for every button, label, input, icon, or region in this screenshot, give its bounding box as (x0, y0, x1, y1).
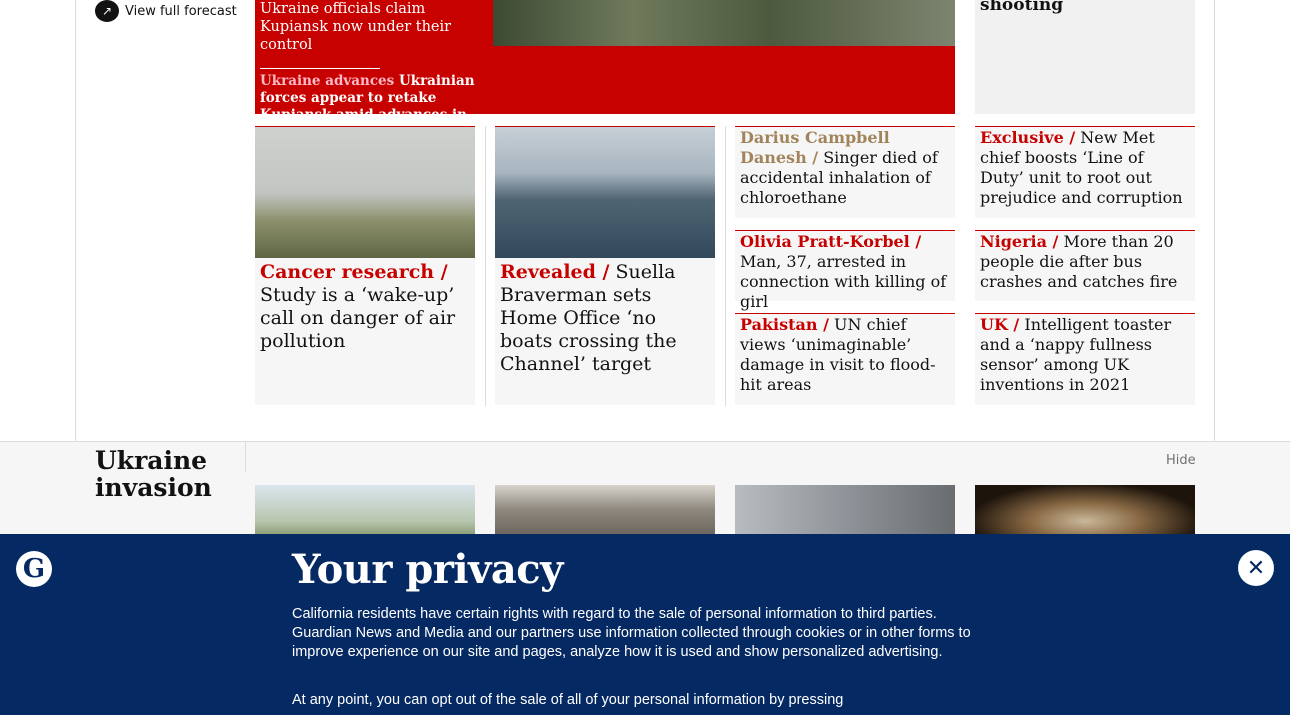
top-right-headline: shooting (980, 0, 1064, 15)
forecast-label: View full forecast (125, 3, 237, 19)
privacy-paragraph-2: At any point, you can opt out of the sal… (292, 692, 844, 708)
story-kicker: Cancer research / (260, 261, 448, 283)
privacy-banner: G Your privacy California residents have… (0, 534, 1290, 715)
story-card[interactable]: Olivia Pratt-Korbel / Man, 37, arrested … (735, 230, 955, 311)
story-card[interactable]: Exclusive / New Met chief boosts ‘Line o… (975, 126, 1195, 218)
story-kicker: Revealed / (500, 261, 610, 283)
story-kicker: Exclusive / (980, 128, 1076, 147)
story-card[interactable]: Pakistan / UN chief views ‘unimaginable’… (735, 313, 955, 405)
hero-headline[interactable]: Ukraine officials claim Kupiansk now und… (260, 0, 485, 54)
story-image-boat (495, 127, 715, 258)
privacy-paragraph: California residents have certain rights… (292, 606, 971, 660)
story-card[interactable]: Revealed / Suella Braverman sets Home Of… (495, 126, 715, 405)
story-headline: Olivia Pratt-Korbel / Man, 37, arrested … (735, 231, 955, 320)
story-headline: Revealed / Suella Braverman sets Home Of… (495, 258, 715, 379)
story-headline: Exclusive / New Met chief boosts ‘Line o… (975, 127, 1195, 216)
story-headline: Pakistan / UN chief views ‘unimaginable’… (735, 314, 955, 403)
column-divider (725, 126, 726, 406)
story-headline: UK / Intelligent toaster and a ‘nappy fu… (975, 314, 1195, 403)
hide-section-button[interactable]: Hide (1166, 453, 1196, 468)
close-icon[interactable]: ✕ (1238, 550, 1274, 586)
story-headline: Nigeria / More than 20 people die after … (975, 231, 1195, 300)
column-divider (485, 126, 486, 406)
hero-sub-kicker: Ukraine advances (260, 73, 395, 89)
story-headline: Darius Campbell Danesh / Singer died of … (735, 127, 955, 216)
story-kicker: Pakistan / (740, 315, 829, 334)
view-full-forecast-link[interactable]: ↗ View full forecast (95, 0, 237, 22)
hero-text: Ukraine officials claim Kupiansk now und… (260, 0, 485, 141)
story-kicker: UK / (980, 315, 1020, 334)
hero-image (493, 0, 955, 46)
hero-rule (260, 68, 380, 69)
story-image-pollution (255, 127, 475, 258)
story-text: Study is a ‘wake-up’ call on danger of a… (260, 284, 456, 352)
story-text: Man, 37, arrested in connection with kil… (740, 252, 947, 311)
story-card[interactable]: Darius Campbell Danesh / Singer died of … (735, 126, 955, 218)
top-right-card[interactable]: shooting (975, 0, 1195, 114)
story-card[interactable]: UK / Intelligent toaster and a ‘nappy fu… (975, 313, 1195, 405)
guardian-logo-icon: G (16, 551, 52, 587)
privacy-title: Your privacy (292, 546, 563, 593)
story-headline: Cancer research / Study is a ‘wake-up’ c… (255, 258, 475, 356)
external-link-icon: ↗ (95, 0, 119, 22)
story-card[interactable]: Cancer research / Study is a ‘wake-up’ c… (255, 126, 475, 405)
section-title: Ukraine invasion (95, 446, 212, 502)
story-card[interactable]: Nigeria / More than 20 people die after … (975, 230, 1195, 301)
section-divider (245, 442, 246, 472)
story-kicker: Olivia Pratt-Korbel / (740, 232, 922, 251)
story-kicker: Nigeria / (980, 232, 1059, 251)
